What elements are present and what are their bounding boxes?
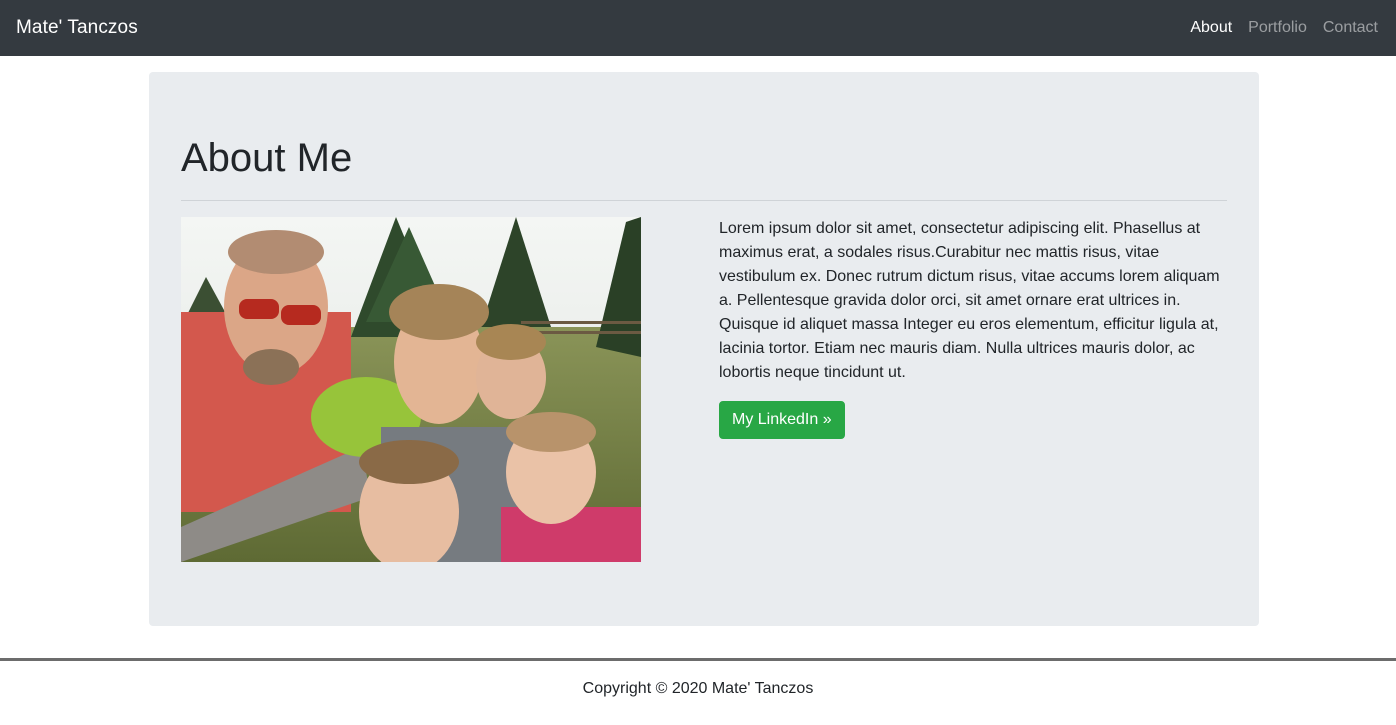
nav-link-about[interactable]: About bbox=[1182, 19, 1240, 37]
family-photo bbox=[181, 217, 641, 562]
footer-copyright: Copyright © 2020 Mate' Tanczos bbox=[582, 680, 814, 697]
page-title: About Me bbox=[181, 136, 353, 180]
heading-divider bbox=[181, 200, 1227, 201]
brand-link[interactable]: Mate' Tanczos bbox=[16, 17, 138, 39]
nav-link-portfolio[interactable]: Portfolio bbox=[1240, 19, 1315, 37]
about-section: About Me Lorem ipsum dolor sit amet, con… bbox=[149, 72, 1259, 626]
nav-links: About Portfolio Contact bbox=[1182, 19, 1380, 37]
navbar: Mate' Tanczos About Portfolio Contact bbox=[0, 0, 1396, 56]
footer-divider bbox=[0, 658, 1396, 661]
bio-text: Lorem ipsum dolor sit amet, consectetur … bbox=[719, 220, 1220, 381]
nav-link-contact[interactable]: Contact bbox=[1315, 19, 1380, 37]
linkedin-button[interactable]: My LinkedIn » bbox=[719, 401, 845, 439]
